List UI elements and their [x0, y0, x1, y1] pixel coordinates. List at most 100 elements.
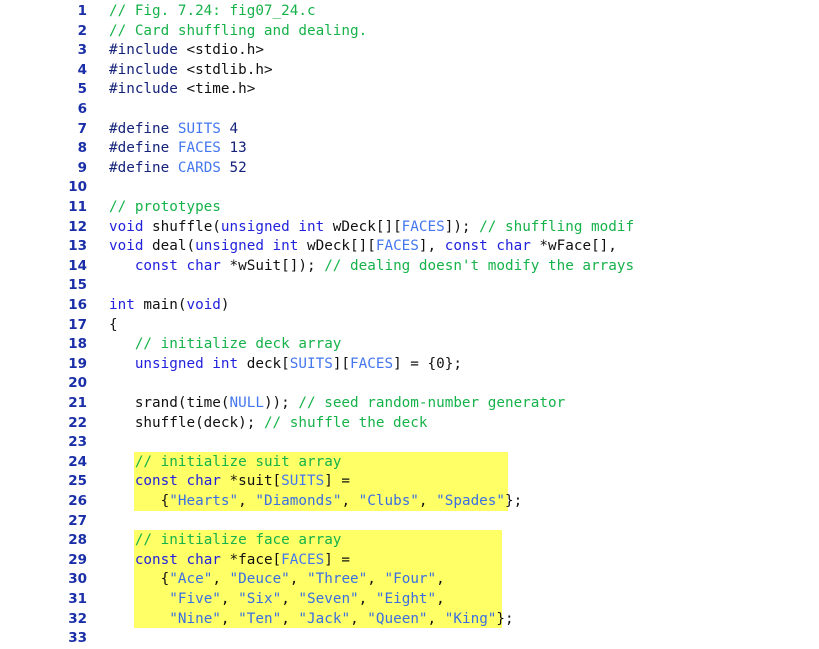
code-line: 20: [0, 374, 819, 394]
token-pln: [109, 454, 135, 470]
code-text: {"Ace", "Deuce", "Three", "Four",: [109, 570, 445, 590]
line-number: 21: [68, 395, 87, 411]
code-text: #include <stdio.h>: [109, 41, 264, 61]
code-line: 15: [0, 276, 819, 296]
line-number: 13: [68, 238, 87, 255]
code-text: int main(void): [109, 296, 230, 316]
code-line: 9 #define CARDS 52: [0, 159, 819, 179]
token-cst: NULL: [229, 395, 264, 411]
token-pln: wDeck[][: [324, 218, 402, 235]
token-cst: SUITS: [177, 120, 221, 137]
token-pln: wDeck[][: [298, 238, 376, 255]
token-cmt: // seed random-number generator: [298, 395, 566, 411]
code-text: #include <stdlib.h>: [109, 61, 273, 81]
token-str: "Six": [238, 591, 282, 607]
token-pln: ],: [418, 238, 445, 255]
code-line: 27: [0, 512, 819, 532]
token-pln: ,: [341, 493, 359, 509]
line-number: 15: [68, 277, 87, 294]
token-str: "Diamonds": [255, 493, 342, 509]
token-pln: main(: [134, 297, 187, 313]
token-kw: const char: [134, 257, 221, 274]
token-kw: void: [186, 297, 221, 313]
code-text: const char *suit[SUITS] =: [109, 472, 350, 492]
line-number: 12: [68, 218, 87, 235]
token-pln: *suit[: [220, 473, 282, 490]
code-line: 6: [0, 100, 819, 120]
token-str: "Three": [307, 571, 368, 588]
code-text: "Nine", "Ten", "Jack", "Queen", "King"};: [109, 610, 514, 630]
code-text: void shuffle(unsigned int wDeck[][FACES]…: [109, 218, 634, 238]
code-line: 7 #define SUITS 4: [0, 120, 819, 140]
code-line: 26 {"Hearts", "Diamonds", "Clubs", "Spad…: [0, 492, 819, 512]
token-kw: unsigned int: [134, 355, 239, 372]
token-pln: <stdio.h>: [177, 42, 264, 59]
token-kw: const char: [134, 473, 221, 490]
token-num: 4: [220, 120, 239, 137]
token-str: "Clubs": [358, 493, 419, 509]
token-pln: *wSuit[]);: [220, 257, 325, 274]
code-text: "Five", "Six", "Seven", "Eight",: [109, 590, 445, 610]
code-line: 21 srand(time(NULL)); // seed random-num…: [0, 394, 819, 414]
token-cst: FACES: [281, 551, 325, 568]
code-line: 14 const char *wSuit[]); // dealing does…: [0, 257, 819, 277]
code-line: 30 {"Ace", "Deuce", "Three", "Four",: [0, 570, 819, 590]
line-number: 10: [68, 179, 87, 196]
token-pln: ,: [220, 591, 239, 607]
code-text: // Fig. 7.24: fig07_24.c: [109, 2, 316, 22]
token-pln: ,: [427, 610, 445, 627]
token-pln: {: [109, 571, 170, 588]
code-line: 12 void shuffle(unsigned int wDeck[][FACE…: [0, 218, 819, 238]
token-pln: {: [109, 493, 170, 509]
code-line: 5 #include <time.h>: [0, 80, 819, 100]
line-number: 6: [77, 101, 87, 117]
token-pln: };: [505, 493, 523, 509]
token-str: "Hearts": [169, 493, 239, 509]
code-text: // initialize deck array: [109, 335, 342, 355]
line-number: 27: [68, 512, 87, 529]
token-cst: CARDS: [177, 159, 221, 176]
token-cst: SUITS: [289, 355, 333, 372]
line-number: 23: [68, 434, 87, 451]
code-text: {"Hearts", "Diamonds", "Clubs", "Spades"…: [109, 492, 523, 512]
token-pln: *face[: [220, 551, 282, 568]
line-number: 5: [77, 81, 87, 98]
token-cst: FACES: [177, 140, 221, 157]
token-pln: ,: [436, 571, 445, 588]
token-pp: #include: [109, 42, 178, 59]
token-pp: #define: [109, 159, 178, 176]
token-pln: [109, 336, 135, 352]
code-line: 18 // initialize deck array: [0, 335, 819, 355]
token-pln: ] =: [324, 551, 351, 568]
token-pln: [109, 591, 169, 607]
code-line: 33: [0, 629, 819, 649]
token-cmt: // dealing doesn't modify the arrays: [324, 257, 635, 274]
line-number: 9: [77, 159, 87, 176]
code-text: // initialize suit array: [109, 453, 342, 473]
code-text: #include <time.h>: [109, 80, 255, 100]
token-str: "Eight": [375, 591, 437, 607]
code-text: #define FACES 13: [109, 139, 247, 159]
token-pln: };: [496, 610, 514, 627]
token-kw: int: [109, 297, 135, 313]
code-text: // Card shuffling and dealing.: [109, 22, 367, 42]
token-pln: ,: [281, 610, 299, 627]
token-pp: #include: [109, 81, 178, 98]
code-text: const char *wSuit[]); // dealing doesn't…: [109, 257, 634, 277]
token-str: "Ace": [169, 571, 213, 588]
token-pln: [109, 611, 169, 627]
code-text: // prototypes: [109, 198, 221, 218]
code-text: shuffle(deck); // shuffle the deck: [109, 414, 428, 434]
line-number: 26: [68, 493, 87, 509]
line-number: 29: [68, 551, 87, 568]
token-str: "Spades": [436, 493, 506, 509]
token-kw: unsigned int: [195, 238, 299, 255]
code-line: 23: [0, 433, 819, 453]
line-number: 32: [68, 610, 87, 627]
code-line: 16 int main(void): [0, 296, 819, 316]
token-pln: shuffle(: [143, 218, 221, 235]
code-line: 24 // initialize suit array: [0, 453, 819, 473]
token-pln: <stdlib.h>: [177, 61, 273, 78]
token-pln: ][: [332, 355, 351, 372]
code-line: 8 #define FACES 13: [0, 139, 819, 159]
